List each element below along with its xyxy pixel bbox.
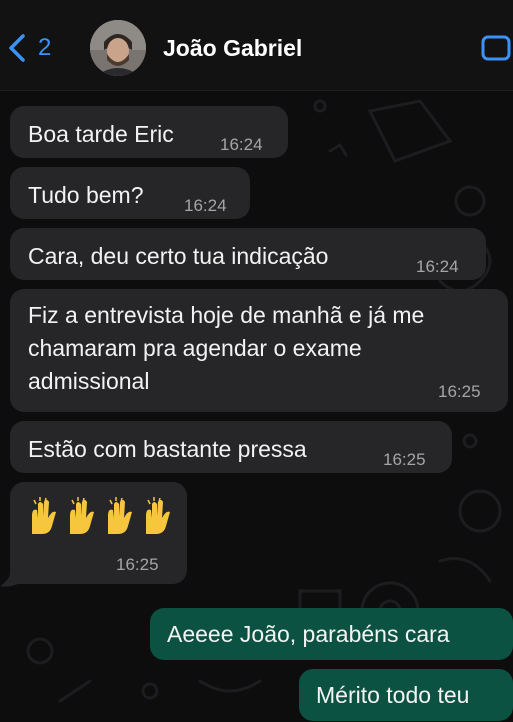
message-time: 16:24 (220, 135, 263, 154)
contact-name[interactable]: João Gabriel (163, 34, 302, 62)
message-text: Boa tarde Eric (28, 121, 174, 147)
chat-header: 2 João Gabriel (0, 0, 513, 91)
message-text: Tudo bem? (28, 182, 144, 208)
message-text: Estão com bastante pressa (28, 436, 307, 462)
message-bubble-emoji[interactable]: 16:25 (10, 482, 187, 584)
message-text: Cara, deu certo tua indicação (28, 243, 329, 269)
message-bubble-outgoing[interactable]: Aeeee João, parabéns cara (150, 608, 513, 660)
message-text-line: chamaram pra agendar o exame (28, 335, 362, 361)
raising-hands-icon (28, 496, 180, 536)
bubble-tail (0, 572, 18, 587)
chevron-left-icon[interactable] (6, 33, 28, 63)
back-unread-count[interactable]: 2 (38, 34, 51, 62)
message-bubble[interactable]: Boa tarde Eric 16:24 (10, 106, 288, 158)
message-text: Aeeee João, parabéns cara (167, 621, 450, 647)
message-bubble-outgoing[interactable]: Mérito todo teu (299, 669, 513, 721)
message-text: Mérito todo teu (316, 682, 470, 708)
message-bubble[interactable]: Estão com bastante pressa 16:25 (10, 421, 452, 473)
chat-area[interactable]: Boa tarde Eric 16:24 Tudo bem? 16:24 Car… (0, 91, 513, 722)
message-text-line: admissional (28, 368, 150, 394)
video-call-icon[interactable] (480, 33, 513, 63)
message-time: 16:25 (116, 555, 159, 574)
message-bubble[interactable]: Fiz a entrevista hoje de manhã e já me c… (10, 289, 508, 412)
message-time: 16:24 (184, 196, 227, 215)
message-time: 16:25 (383, 450, 426, 469)
message-time: 16:24 (416, 257, 459, 276)
avatar[interactable] (90, 20, 146, 76)
message-bubble[interactable]: Cara, deu certo tua indicação 16:24 (10, 228, 486, 280)
message-bubble[interactable]: Tudo bem? 16:24 (10, 167, 250, 219)
message-time: 16:25 (438, 382, 481, 401)
message-text-line: Fiz a entrevista hoje de manhã e já me (28, 302, 425, 328)
